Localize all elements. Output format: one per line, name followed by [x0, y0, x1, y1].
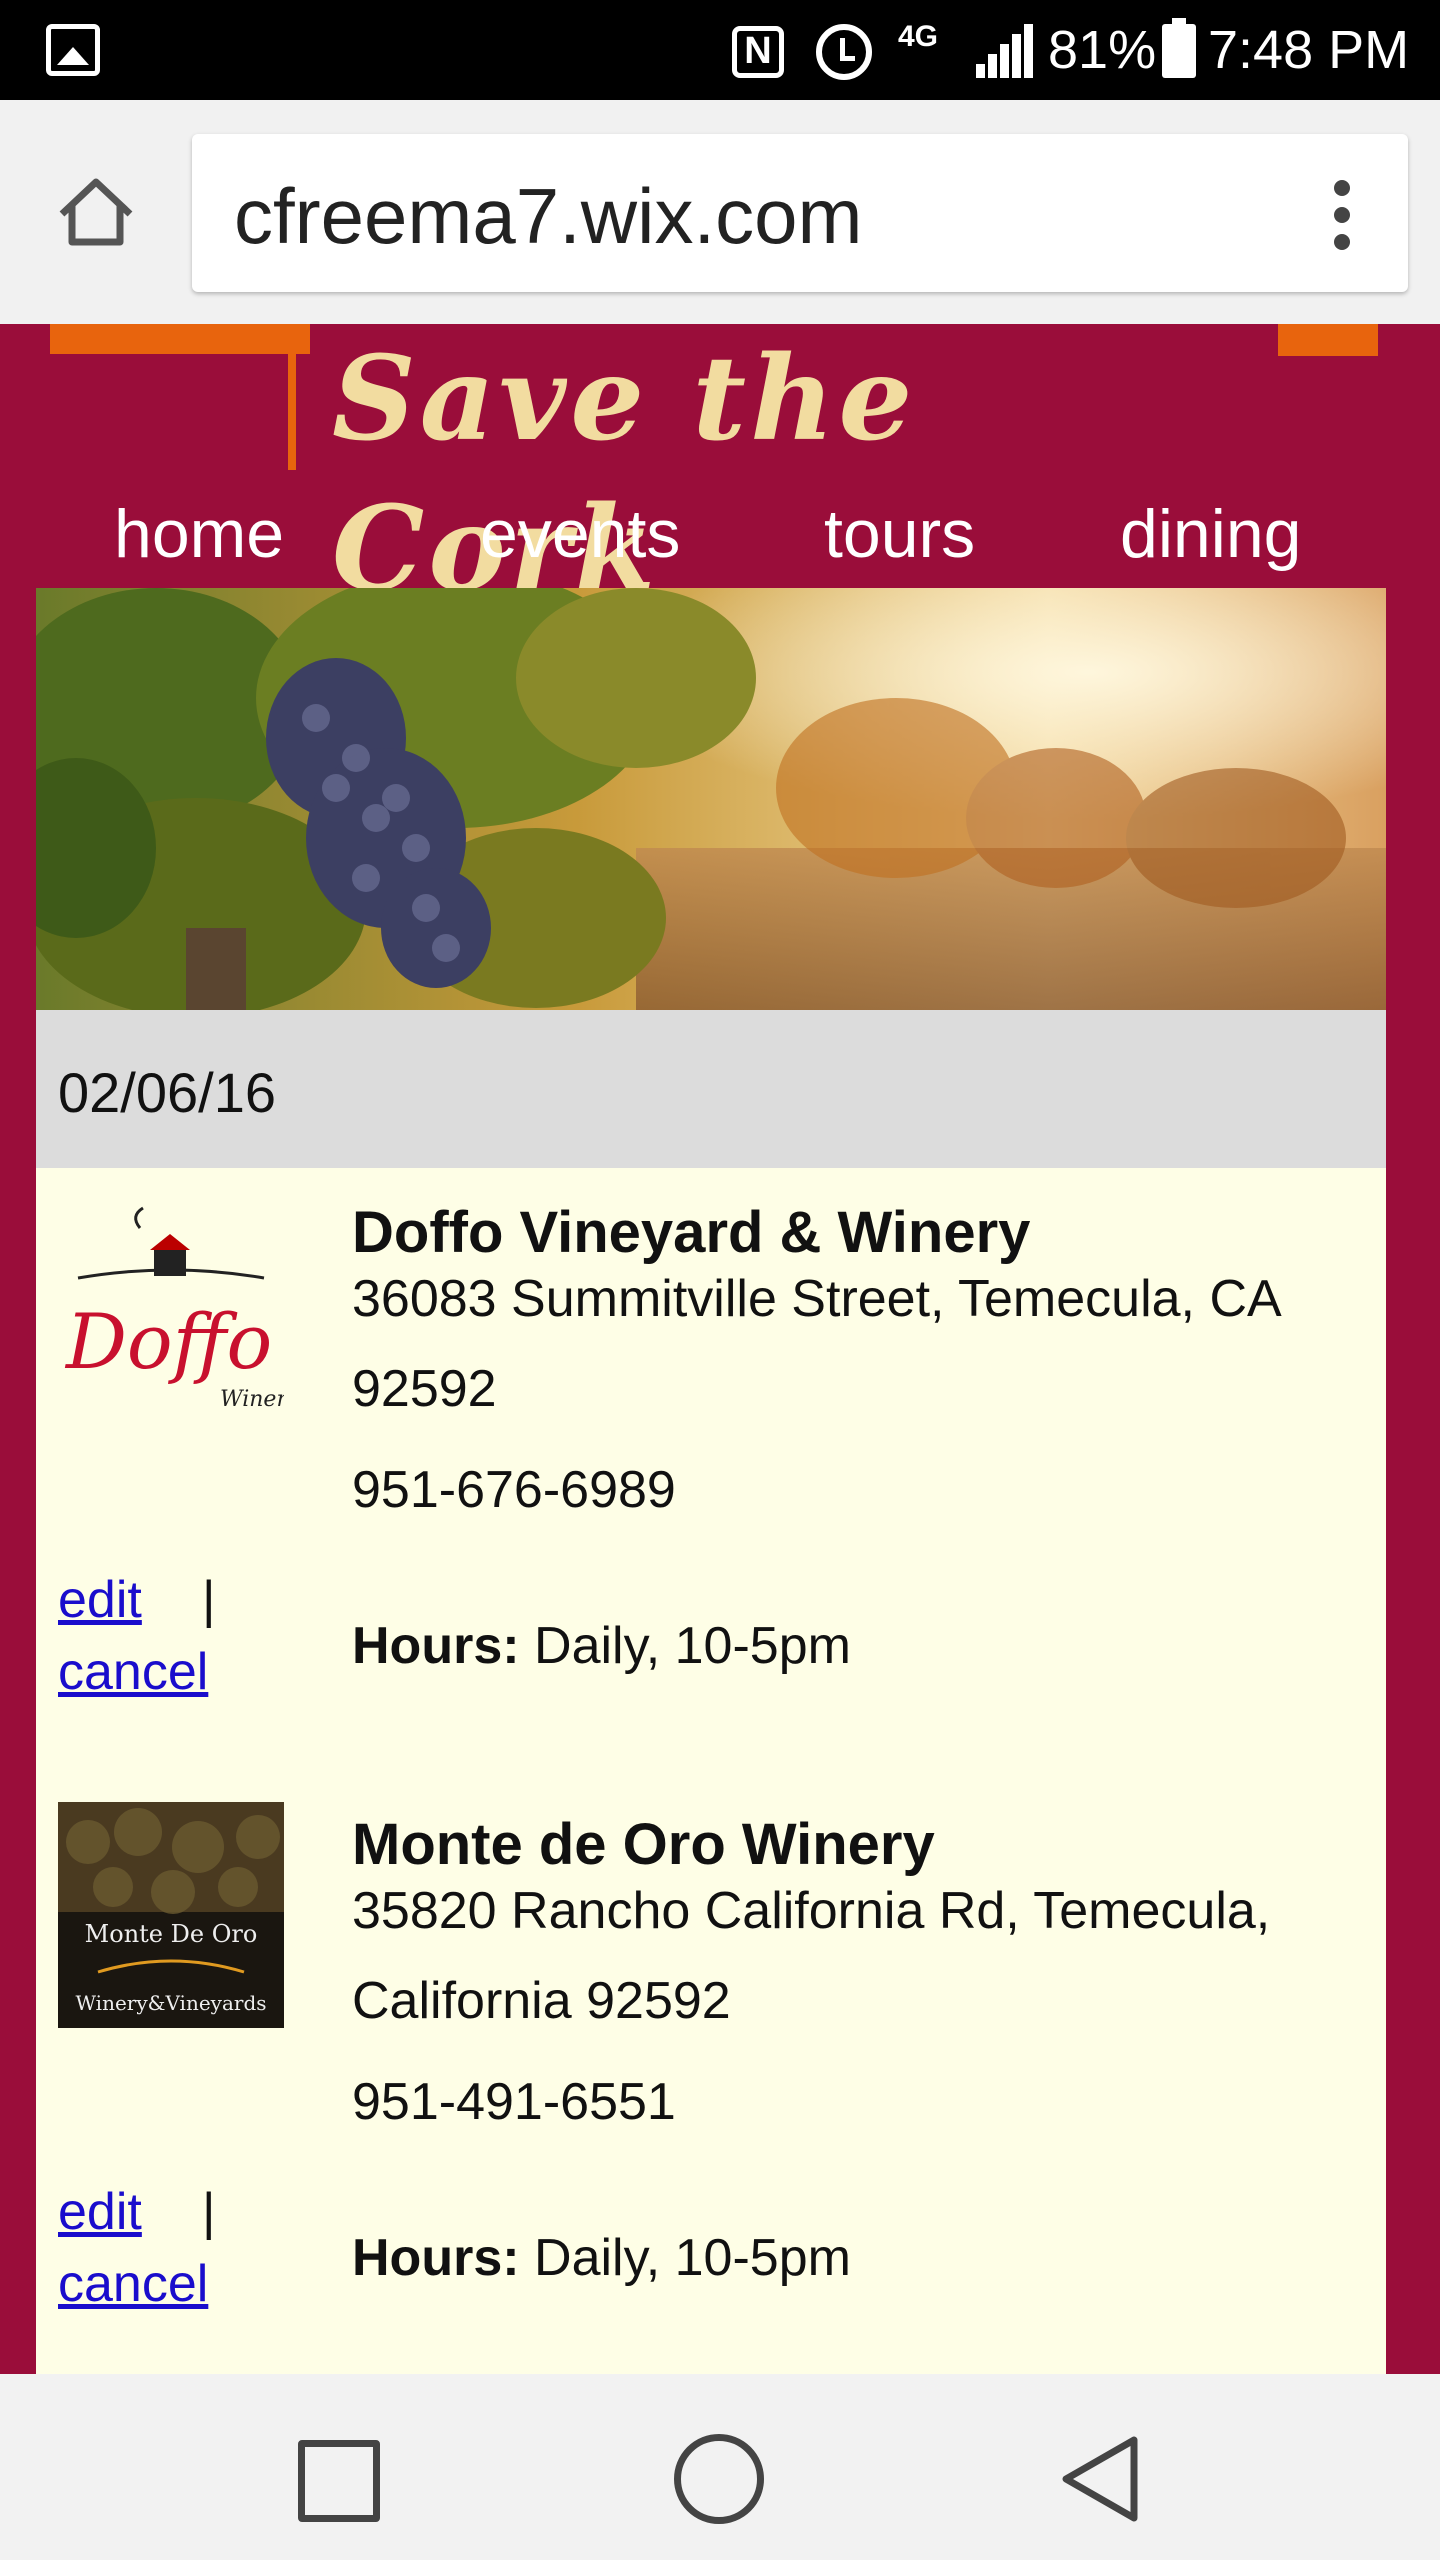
- header-decor-bar-right: [1278, 324, 1378, 356]
- winery-phone: 951-676-6989: [352, 1461, 676, 1519]
- site-title: Save the Cork: [332, 331, 917, 617]
- recent-apps-icon[interactable]: [298, 2440, 380, 2522]
- android-nav-bar: [0, 2374, 1440, 2560]
- nav-tours[interactable]: tours: [824, 484, 975, 584]
- hours-value: Daily, 10-5pm: [519, 2229, 851, 2287]
- doffo-winery-logo: Doffo Winery: [64, 1206, 284, 1412]
- winery-phone: 951-491-6551: [352, 2073, 676, 2131]
- site-header: Save the Cork home events tours dining: [0, 324, 1440, 617]
- status-bar: N 4G 81% 7:48 PM: [0, 0, 1440, 100]
- url-text: cfreema7.wix.com: [234, 172, 863, 260]
- link-separator: |: [202, 2183, 216, 2241]
- network-type-label: 4G: [898, 20, 939, 53]
- hours-label: Hours:: [352, 1617, 520, 1675]
- edit-link[interactable]: edit: [58, 2180, 142, 2244]
- monte-logo-text: Monte De Oro: [85, 1920, 258, 1948]
- winery-hours: Hours: Daily, 10-5pm: [352, 1614, 851, 1678]
- winery-listing-doffo: Doffo Winery Doffo Vineyard & Winery 360…: [36, 1168, 1386, 1778]
- back-icon[interactable]: [1060, 2434, 1140, 2524]
- clock: 7:48 PM: [1208, 20, 1410, 80]
- site-nav: home events tours dining: [0, 484, 1440, 584]
- monte-logo-subtext: Winery&Vineyards: [75, 1991, 266, 2015]
- battery-icon: [1162, 18, 1196, 78]
- winery-hours: Hours: Daily, 10-5pm: [352, 2226, 851, 2290]
- overflow-menu-icon[interactable]: [1332, 180, 1352, 250]
- hours-value: Daily, 10-5pm: [519, 1617, 851, 1675]
- alarm-icon: [816, 24, 872, 80]
- signal-strength-icon: [976, 24, 1033, 78]
- address-bar[interactable]: cfreema7.wix.com: [192, 134, 1408, 292]
- cancel-link[interactable]: cancel: [58, 1640, 208, 1704]
- doffo-logo-text: Doffo: [64, 1297, 272, 1386]
- edit-link[interactable]: edit: [58, 1568, 142, 1632]
- event-date: 02/06/16: [58, 1061, 276, 1124]
- winery-address: 36083 Summitville Street, Temecula, CA 9…: [352, 1270, 1279, 1418]
- hours-label: Hours:: [352, 2229, 520, 2287]
- home-button-icon[interactable]: [674, 2434, 764, 2524]
- battery-percentage: 81%: [1048, 20, 1157, 80]
- home-icon[interactable]: [56, 176, 136, 248]
- nfc-icon: N: [732, 26, 784, 78]
- browser-toolbar: cfreema7.wix.com: [0, 100, 1440, 324]
- date-band: 02/06/16: [36, 1010, 1386, 1168]
- winery-listing-monte-de-oro: Monte De Oro Winery&Vineyards Monte de O…: [36, 1780, 1386, 2374]
- nav-dining[interactable]: dining: [1120, 484, 1302, 584]
- doffo-logo-subtext: Winery: [220, 1387, 284, 1412]
- header-decor-bar-left: [50, 324, 310, 354]
- gallery-notification-icon: [46, 24, 100, 76]
- hero-image-grapes-vineyard: [36, 588, 1386, 1010]
- cancel-link[interactable]: cancel: [58, 2252, 208, 2316]
- main-content: 02/06/16 Doffo Winery Doffo Vineyard & W…: [36, 588, 1386, 2374]
- header-decor-divider: [288, 324, 296, 470]
- link-separator: |: [202, 1571, 216, 1629]
- nav-home[interactable]: home: [114, 484, 284, 584]
- winery-address: 35820 Rancho California Rd, Temecula, Ca…: [352, 1882, 1271, 2030]
- nav-events[interactable]: events: [480, 484, 680, 584]
- monte-de-oro-logo: Monte De Oro Winery&Vineyards: [58, 1802, 284, 2028]
